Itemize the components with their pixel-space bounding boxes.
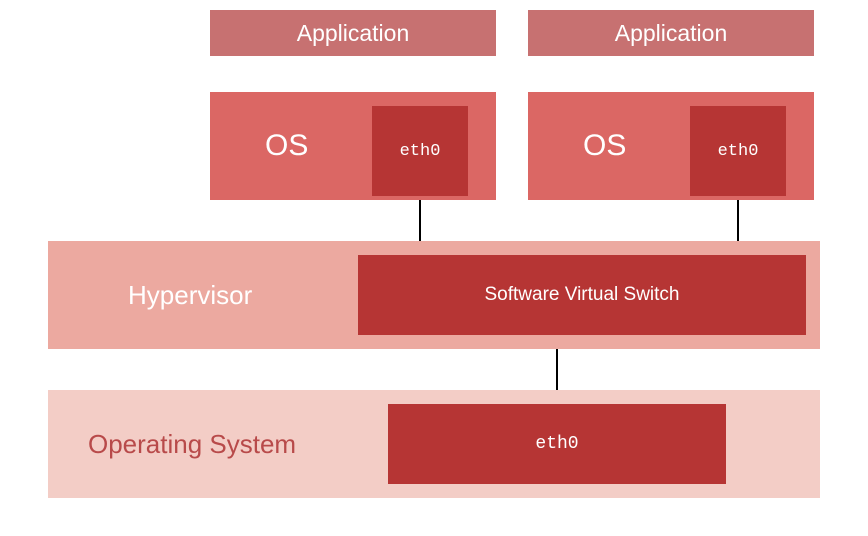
vm-os-label-1: OS [265, 129, 308, 163]
vm-eth-label-2: eth0 [718, 142, 759, 161]
virtual-switch-label: Software Virtual Switch [484, 284, 679, 306]
virtual-switch-box: Software Virtual Switch [358, 255, 806, 335]
virtualization-networking-diagram: Application Application OS eth0 OS eth0 … [0, 0, 868, 536]
host-os-label: Operating System [88, 429, 296, 460]
application-box-2: Application [528, 10, 814, 56]
hypervisor-label: Hypervisor [128, 280, 252, 311]
application-label-1: Application [297, 20, 410, 47]
vm-os-label-2: OS [583, 129, 626, 163]
vm-eth-label-1: eth0 [400, 142, 441, 161]
vm-eth-box-1: eth0 [372, 106, 468, 196]
application-label-2: Application [615, 20, 728, 47]
vm-eth-box-2: eth0 [690, 106, 786, 196]
host-eth-label: eth0 [535, 434, 578, 454]
application-box-1: Application [210, 10, 496, 56]
host-eth-box: eth0 [388, 404, 726, 484]
